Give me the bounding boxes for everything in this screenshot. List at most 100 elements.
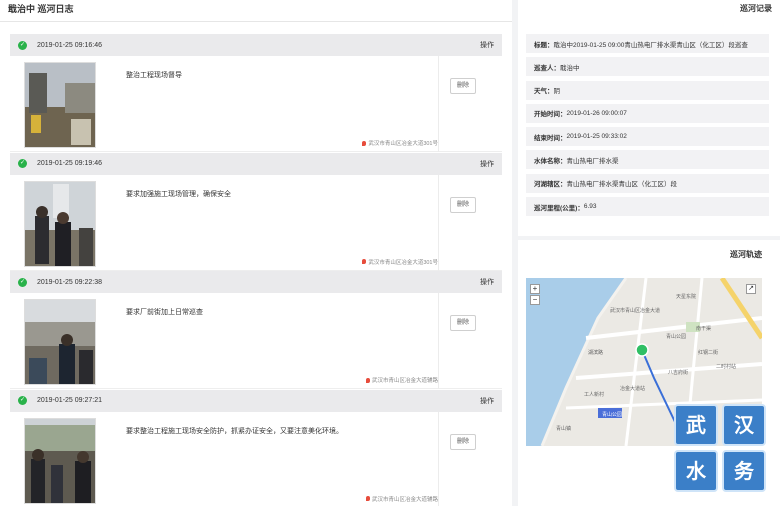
watermark-char: 汉: [722, 404, 766, 446]
map-label: 红钢二街: [698, 349, 718, 356]
app-root: 戢治中 巡河日志 ✓ 2019-01-25 09:16:46 操作 整治工程现场…: [0, 0, 780, 506]
divider: [438, 293, 439, 389]
record-time: 2019-01-25 09:16:46: [37, 41, 102, 49]
map-label: 湖滨路: [588, 349, 603, 356]
station-label: 青山公园: [602, 411, 622, 418]
info-value: 戢治中: [560, 64, 580, 72]
panel-title: 戢治中 巡河日志: [0, 0, 512, 22]
info-value: 青山热电厂排水渠: [566, 157, 619, 165]
info-row: 开始时间： 2019-01-26 09:00:07: [526, 103, 769, 123]
location-pin-icon: [362, 259, 367, 264]
location-pin-icon: [362, 140, 367, 146]
delete-button[interactable]: 删除: [450, 78, 476, 94]
record-header: ✓ 2019-01-25 09:27:21 操作: [10, 389, 502, 412]
list-item: ✓ 2019-01-25 09:16:46 操作 整治工程现场督导 删除 武汉市…: [10, 34, 502, 153]
operation-link[interactable]: 操作: [480, 396, 494, 406]
info-key: 水体名称：: [534, 157, 567, 165]
map-label: 南干渠: [696, 325, 711, 332]
panel-title: 巡河记录: [740, 4, 772, 13]
operation-link[interactable]: 操作: [480, 159, 494, 169]
record-list: ✓ 2019-01-25 09:16:46 操作 整治工程现场督导 删除 武汉市…: [10, 34, 502, 506]
operation-link[interactable]: 操作: [480, 40, 494, 50]
delete-button[interactable]: 删除: [450, 315, 476, 331]
record-header: ✓ 2019-01-25 09:16:46 操作: [10, 34, 502, 56]
record-text: 要求整治工程施工现场安全防护，抓紧办证安全，又要注意美化环境。: [126, 427, 343, 435]
record-body: 整治工程现场督导 删除 武汉市青山区冶金大道301号: [10, 56, 502, 152]
record-photo[interactable]: [24, 62, 96, 148]
info-value: 2019-01-25 09:33:02: [566, 133, 627, 141]
check-icon: ✓: [18, 277, 27, 287]
divider: [438, 56, 439, 152]
info-value: 2019-01-26 09:00:07: [566, 109, 627, 117]
record-photo[interactable]: [24, 299, 96, 385]
map-label: 冶金大道站: [620, 385, 645, 392]
record-text: 要求厂前街加上日常巡查: [126, 309, 203, 316]
record-body: 要求厂前街加上日常巡查 删除 武汉市青山区冶金大道辅路: [10, 293, 502, 389]
info-list: 标题： 戢治中2019-01-25 09:00青山热电厂排水渠青山区（化工区）段巡…: [526, 34, 769, 220]
record-body: 要求整治工程施工现场安全防护，抓紧办证安全，又要注意美化环境。 删除 武汉市青山…: [10, 411, 502, 506]
map-label: 青山镇: [556, 425, 571, 432]
info-row: 巡河里程(公里)： 6.93: [526, 197, 769, 217]
info-row: 标题： 戢治中2019-01-25 09:00青山热电厂排水渠青山区（化工区）段巡…: [526, 34, 769, 53]
delete-button[interactable]: 删除: [450, 196, 476, 213]
info-value: 6.93: [583, 203, 597, 211]
list-item: ✓ 2019-01-25 09:22:38 操作 要求厂前街加上日常巡查 删除 …: [10, 271, 502, 390]
record-location: 武汉市青山区冶金大道301号: [362, 139, 438, 147]
info-row: 结束时间： 2019-01-25 09:33:02: [526, 127, 769, 147]
list-item: ✓ 2019-01-25 09:27:21 操作 要求整治工程施工现场安全防护，…: [10, 389, 502, 506]
info-card: 巡河记录 标题： 戢治中2019-01-25 09:00青山热电厂排水渠青山区（化…: [518, 0, 780, 236]
delete-button[interactable]: 删除: [450, 433, 476, 450]
info-key: 巡河里程(公里)：: [534, 204, 584, 212]
zoom-out-button[interactable]: −: [530, 295, 540, 305]
location-text: 武汉市青山区冶金大道301号: [368, 259, 438, 266]
list-item: ✓ 2019-01-25 09:19:46 操作 要求加强施工现场管理，确保安全…: [10, 152, 502, 272]
map-label: 武汉市青山区冶金大道: [610, 307, 660, 314]
zoom-control: + −: [530, 284, 540, 306]
record-body: 要求加强施工现场管理，确保安全 删除 武汉市青山区冶金大道301号: [10, 174, 502, 271]
map-label: 青山公园: [666, 333, 686, 340]
watermark-logo: 武 汉 水 务: [674, 404, 770, 498]
info-key: 结束时间：: [534, 134, 567, 142]
map-label: 天星东院: [676, 293, 696, 300]
check-icon: ✓: [18, 396, 27, 405]
watermark-char: 水: [674, 450, 718, 492]
fullscreen-icon[interactable]: ↗: [746, 284, 756, 294]
map-title: 巡河轨迹: [730, 250, 762, 259]
location-text: 武汉市青山区冶金大道辅路: [371, 496, 438, 503]
record-time: 2019-01-25 09:22:38: [37, 278, 102, 286]
record-header: ✓ 2019-01-25 09:19:46 操作: [10, 152, 502, 175]
info-row: 巡查人： 戢治中: [526, 57, 769, 77]
watermark-char: 武: [674, 404, 718, 446]
record-photo[interactable]: [24, 180, 96, 267]
record-text: 要求加强施工现场管理，确保安全: [126, 190, 231, 198]
info-row: 水体名称： 青山热电厂排水渠: [526, 150, 769, 170]
info-key: 开始时间：: [534, 111, 567, 119]
location-pin-icon: [365, 377, 370, 383]
location-text: 武汉市青山区冶金大道301号: [368, 141, 438, 147]
info-key: 巡查人：: [534, 64, 560, 72]
operation-link[interactable]: 操作: [480, 277, 494, 287]
info-value: 戢治中2019-01-25 09:00青山热电厂排水渠青山区（化工区）段巡查: [553, 41, 748, 49]
patrol-log-panel: 戢治中 巡河日志 ✓ 2019-01-25 09:16:46 操作 整治工程现场…: [0, 0, 512, 506]
info-value: 阴: [553, 88, 561, 96]
watermark-char: 务: [722, 450, 766, 492]
location-text: 武汉市青山区冶金大道辅路: [371, 378, 438, 384]
record-time: 2019-01-25 09:27:21: [37, 397, 102, 404]
info-key: 标题：: [534, 41, 554, 49]
record-photo[interactable]: [24, 417, 96, 504]
map-label: 二时村站: [716, 363, 736, 370]
map-label: 工人新村: [584, 391, 604, 398]
map-label: 八吉府街: [668, 369, 688, 376]
divider: [438, 174, 439, 271]
record-time: 2019-01-25 09:19:46: [37, 160, 102, 167]
info-key: 河湖辖区：: [534, 181, 567, 189]
info-key: 天气：: [534, 88, 554, 96]
divider: [438, 411, 439, 506]
info-value: 青山热电厂排水渠青山区（化工区）段: [566, 181, 678, 189]
record-location: 武汉市青山区冶金大道辅路: [365, 376, 438, 384]
record-text: 整治工程现场督导: [126, 72, 182, 79]
info-row: 天气：阴: [526, 80, 769, 100]
location-pin-icon: [365, 496, 370, 501]
zoom-in-button[interactable]: +: [530, 284, 540, 294]
record-header: ✓ 2019-01-25 09:22:38 操作: [10, 271, 502, 293]
